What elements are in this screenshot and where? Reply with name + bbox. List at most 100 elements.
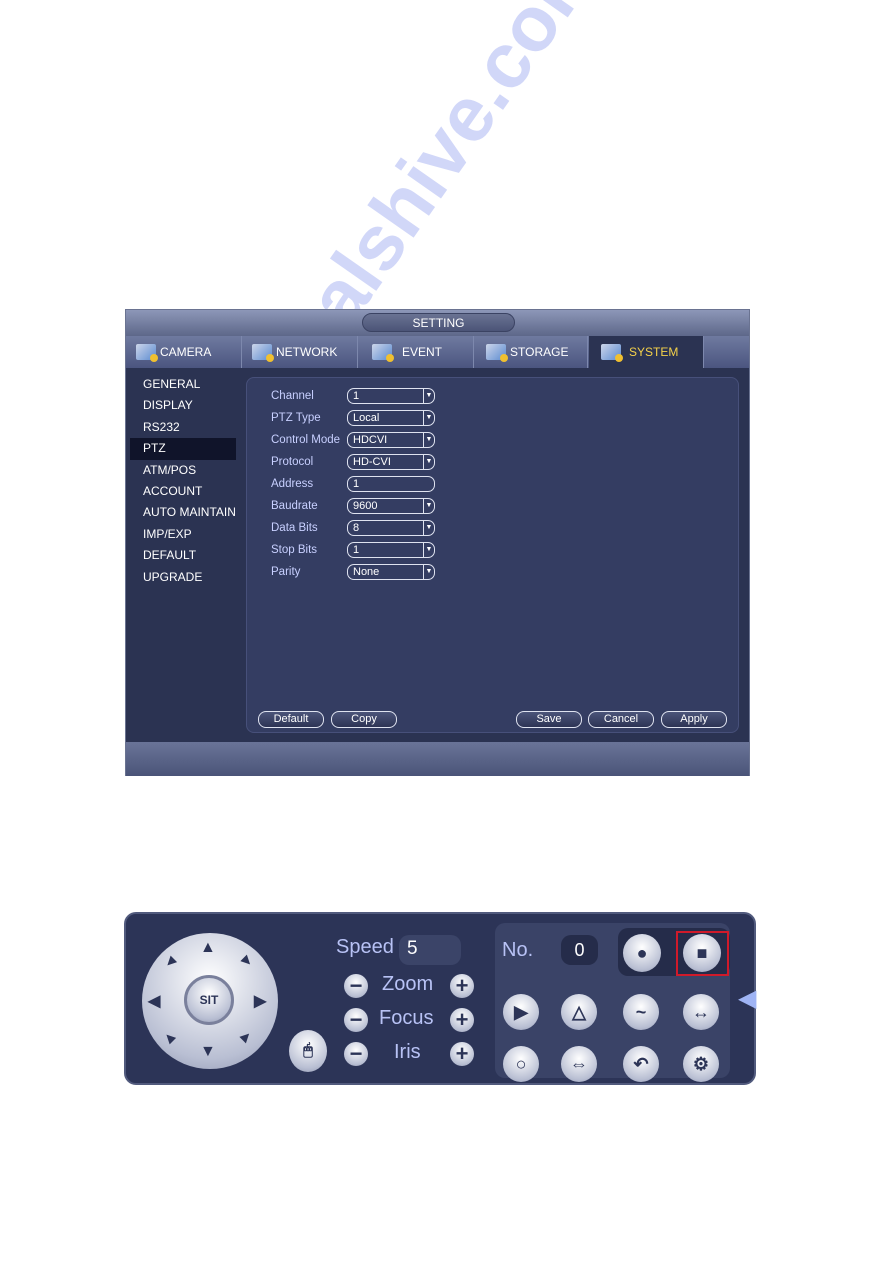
sidebar-item-atm-pos[interactable]: ATM/POS <box>130 460 236 481</box>
form-row: Channel 1 ▼ <box>271 387 435 405</box>
form-row: Parity None ▼ <box>271 563 435 581</box>
arrow-up-right-icon[interactable]: ◀ <box>239 954 253 969</box>
sidebar-item-general[interactable]: GENERAL <box>130 374 236 395</box>
sidebar-item-account[interactable]: ACCOUNT <box>130 481 236 502</box>
direction-pad[interactable]: SIT ▲ ▼ ◀ ▶ ◀ ◀ ◀ ◀ <box>142 933 278 1069</box>
tab-camera[interactable]: CAMERA <box>136 336 242 368</box>
chevron-down-icon: ▼ <box>423 455 434 469</box>
sidebar: GENERAL DISPLAY RS232 PTZ ATM/POS ACCOUNT AUTO… <box>130 374 236 588</box>
field-label: PTZ Type <box>271 412 321 424</box>
storage-icon <box>486 344 508 362</box>
tab-network[interactable]: NETWORK <box>252 336 358 368</box>
form-row: Data Bits 8 ▼ <box>271 519 435 537</box>
apply-button[interactable]: Apply <box>661 711 727 728</box>
select-data-bits[interactable]: 8 ▼ <box>347 520 435 536</box>
auto-pan-icon[interactable]: ↔ <box>683 994 719 1030</box>
tab-event[interactable]: EVENT <box>370 336 474 368</box>
chevron-down-icon: ▼ <box>423 411 434 425</box>
arrow-down-left-icon[interactable]: ◀ <box>163 1030 178 1045</box>
network-icon <box>252 344 274 362</box>
chevron-down-icon: ▼ <box>423 433 434 447</box>
tab-storage[interactable]: STORAGE <box>486 336 588 368</box>
form-row: Protocol HD-CVI ▼ <box>271 453 435 471</box>
input-address[interactable]: 1 <box>347 476 435 492</box>
field-value: Local <box>353 412 380 424</box>
field-value: 8 <box>353 522 360 534</box>
tab-system[interactable]: SYSTEM <box>589 336 704 368</box>
field-label: Stop Bits <box>271 544 318 556</box>
field-value: 1 <box>353 544 360 556</box>
pattern-icon[interactable]: △ <box>561 994 597 1030</box>
field-label: Protocol <box>271 456 314 468</box>
iris-minus-button[interactable]: − <box>344 1041 368 1066</box>
sidebar-item-display[interactable]: DISPLAY <box>130 395 236 416</box>
focus-plus-button[interactable]: + <box>450 1007 474 1032</box>
system-icon <box>601 344 623 362</box>
save-button[interactable]: Save <box>516 711 582 728</box>
select-parity[interactable]: None ▼ <box>347 564 435 580</box>
sidebar-item-rs232[interactable]: RS232 <box>130 417 236 438</box>
title-bar: SETTING <box>126 310 749 336</box>
ptz-settings-panel: Channel 1 ▼ PTZ Type Local ▼ Control Mode HDCVI… <box>246 377 739 733</box>
arrow-right-icon[interactable]: ▶ <box>254 991 266 1011</box>
cancel-button[interactable]: Cancel <box>588 711 654 728</box>
reset-icon[interactable]: ↶ <box>623 1046 659 1082</box>
speed-label: Speed <box>336 936 394 958</box>
arrow-left-icon[interactable]: ◀ <box>148 991 160 1011</box>
select-protocol[interactable]: HD-CVI ▼ <box>347 454 435 470</box>
sit-button[interactable]: SIT <box>184 975 234 1025</box>
light-bulb-icon[interactable]: ● <box>623 934 661 972</box>
zoom-minus-button[interactable]: − <box>344 973 368 998</box>
field-label: Channel <box>271 390 314 402</box>
chevron-down-icon: ▼ <box>423 565 434 579</box>
field-value: 1 <box>353 390 360 402</box>
sidebar-item-auto-maintain[interactable]: AUTO MAINTAIN <box>130 502 236 523</box>
sidebar-item-imp-exp[interactable]: IMP/EXP <box>130 524 236 545</box>
select-ptz-type[interactable]: Local ▼ <box>347 410 435 426</box>
bottom-bar <box>126 742 749 776</box>
collapse-arrow-icon[interactable]: ◀ <box>738 984 756 1013</box>
focus-minus-button[interactable]: − <box>344 1007 368 1032</box>
chevron-down-icon: ▼ <box>423 389 434 403</box>
window-title: SETTING <box>362 313 515 332</box>
ptz-function-panel: No. 0 ● ■ ▶ △ ~ ↔ ○ ⇔ ↶ ⚙ <box>495 923 730 1082</box>
chevron-down-icon: ▼ <box>423 543 434 557</box>
focus-label: Focus <box>379 1007 434 1029</box>
select-baudrate[interactable]: 9600 ▼ <box>347 498 435 514</box>
iris-plus-button[interactable]: + <box>450 1041 474 1066</box>
preset-no-input[interactable]: 0 <box>561 935 598 965</box>
scan-icon[interactable]: ~ <box>623 994 659 1030</box>
sidebar-item-default[interactable]: DEFAULT <box>130 545 236 566</box>
arrow-up-left-icon[interactable]: ◀ <box>163 954 177 969</box>
event-icon <box>372 344 394 362</box>
form-row: PTZ Type Local ▼ <box>271 409 435 427</box>
wiper-icon[interactable]: ■ <box>683 934 721 972</box>
speed-input[interactable]: 5 <box>399 935 461 965</box>
select-stop-bits[interactable]: 1 ▼ <box>347 542 435 558</box>
mouse-icon[interactable]: 🖱 <box>289 1030 327 1072</box>
tour-icon[interactable]: ○ <box>503 1046 539 1082</box>
field-label: Address <box>271 478 314 490</box>
copy-button[interactable]: Copy <box>331 711 397 728</box>
form-row: Address 1 <box>271 475 435 493</box>
field-label: Data Bits <box>271 522 318 534</box>
main-tabs: CAMERA NETWORK EVENT STORAGE SYSTEM <box>126 336 749 368</box>
arrow-down-icon[interactable]: ▼ <box>200 1043 216 1061</box>
sidebar-item-upgrade[interactable]: UPGRADE <box>130 567 236 588</box>
select-control-mode[interactable]: HDCVI ▼ <box>347 432 435 448</box>
arrow-up-icon[interactable]: ▲ <box>200 939 216 957</box>
form-row: Baudrate 9600 ▼ <box>271 497 435 515</box>
chevron-down-icon: ▼ <box>423 499 434 513</box>
field-value: 9600 <box>353 500 378 512</box>
preset-no-label: No. <box>502 939 534 961</box>
default-button[interactable]: Default <box>258 711 324 728</box>
record-icon[interactable]: ▶ <box>503 994 539 1030</box>
select-channel[interactable]: 1 ▼ <box>347 388 435 404</box>
field-label: Parity <box>271 566 301 578</box>
settings-gear-icon[interactable]: ⚙ <box>683 1046 719 1082</box>
arrow-down-right-icon[interactable]: ◀ <box>239 1030 254 1045</box>
zoom-plus-button[interactable]: + <box>450 973 474 998</box>
sidebar-item-ptz[interactable]: PTZ <box>130 438 236 460</box>
field-value: HDCVI <box>353 434 388 446</box>
flip-icon[interactable]: ⇔ <box>561 1046 597 1082</box>
